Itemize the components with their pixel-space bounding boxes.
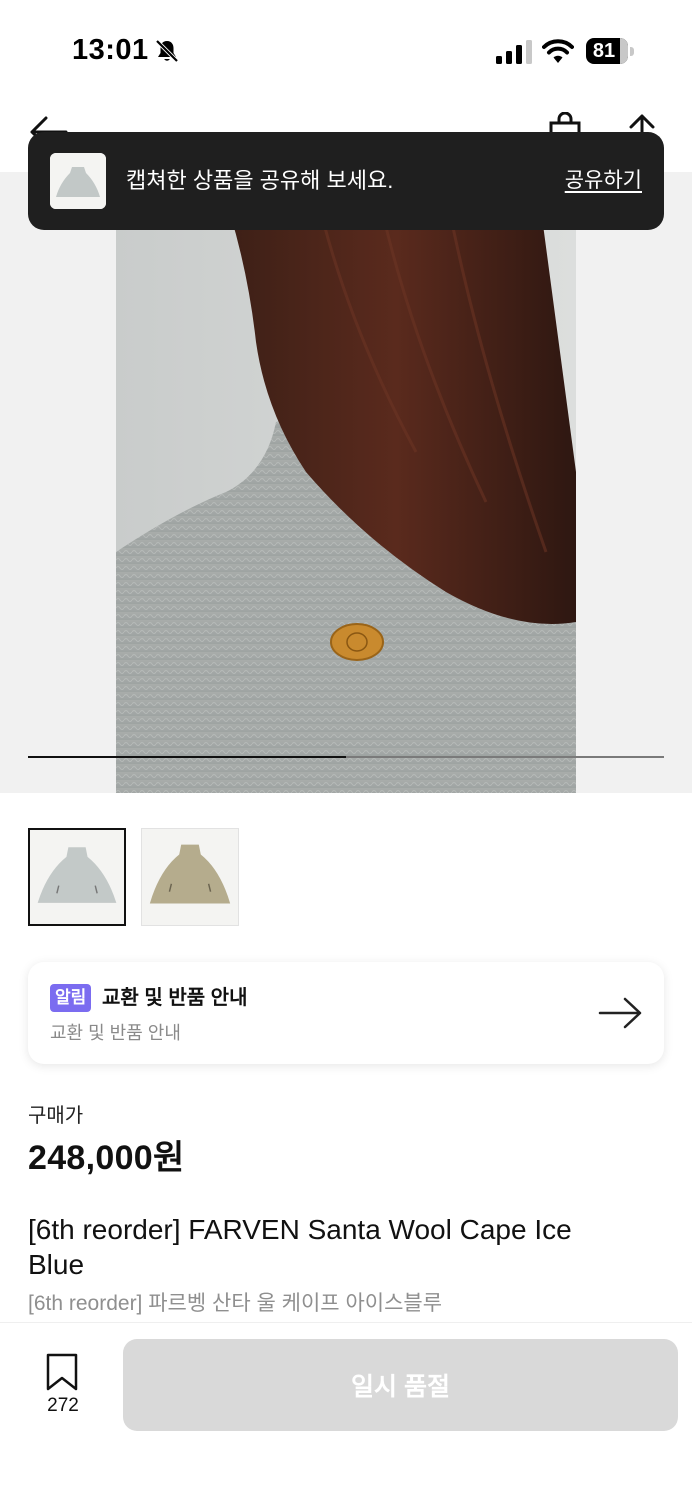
product-image-carousel[interactable] [0,172,692,793]
bookmark-icon [46,1353,78,1391]
product-photo [116,172,576,793]
product-subtitle: [6th reorder] 파르벵 산타 울 케이프 아이스블루 [28,1292,443,1315]
sold-out-button[interactable]: 일시 품절 [123,1339,678,1431]
toast-share-link[interactable]: 공유하기 [565,132,642,230]
status-bar: 13:01 81 [0,0,692,100]
price-label: 구매가 [28,1105,84,1127]
bell-muted-icon [155,39,179,63]
bottom-action-bar: 272 일시 품절 [0,1322,692,1500]
product-title: [6th reorder] FARVEN Santa Wool Cape Ice… [28,1214,572,1280]
price-value: 248,000원 [28,1139,185,1177]
status-time: 13:01 [72,34,149,66]
bookmark-count: 272 [47,1395,79,1416]
notice-title: 교환 및 반품 안내 [102,987,248,1009]
carousel-progress [28,756,664,758]
thumbnail-ice-blue[interactable] [28,828,126,926]
cellular-signal-icon [496,40,532,64]
toast-message: 캡쳐한 상품을 공유해 보세요. [126,168,394,193]
share-toast: 캡쳐한 상품을 공유해 보세요. 공유하기 [28,132,664,230]
arrow-right-icon [598,997,642,1029]
toast-product-thumbnail [50,153,106,209]
battery-indicator: 81 [586,38,634,64]
wifi-icon [542,39,574,63]
notice-subtitle: 교환 및 반품 안내 [50,1023,181,1043]
bookmark-button[interactable]: 272 [28,1351,98,1421]
thumbnail-beige[interactable] [141,828,239,926]
return-policy-card[interactable]: 알림 교환 및 반품 안내 교환 및 반품 안내 [28,962,664,1064]
battery-percent: 81 [592,40,616,62]
notice-badge: 알림 [50,984,92,1012]
